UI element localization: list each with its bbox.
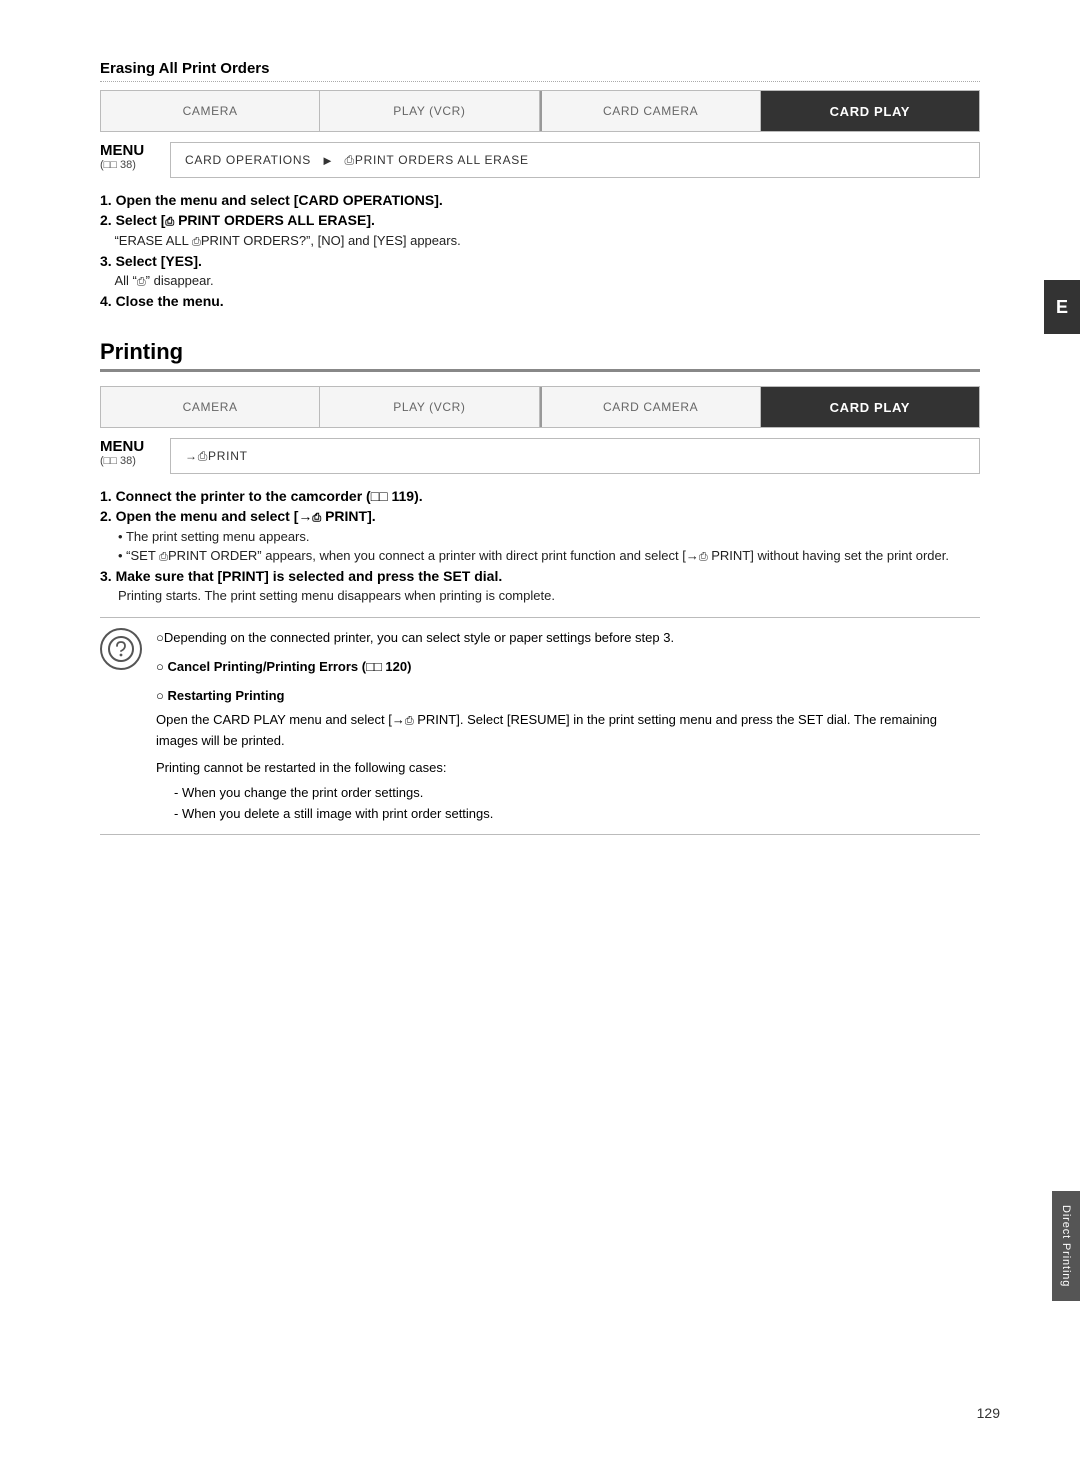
step-2-1: 2. Select [⎙ PRINT ORDERS ALL ERASE]. bbox=[100, 212, 980, 229]
printing-heading: Printing bbox=[100, 339, 980, 372]
cancel-printing-heading: ○ Cancel Printing/Printing Errors (□□ 12… bbox=[156, 657, 980, 678]
tab-card-play-2[interactable]: CARD PLAY bbox=[761, 387, 979, 427]
tab-camera-2[interactable]: CAMERA bbox=[101, 387, 320, 427]
note-text: ○Depending on the connected printer, you… bbox=[156, 628, 980, 649]
menu-ref-2: (□□ 38) bbox=[100, 455, 136, 467]
tab-play-vcr-2[interactable]: PLAY (VCR) bbox=[320, 387, 539, 427]
tab-card-play-1[interactable]: CARD PLAY bbox=[761, 91, 979, 131]
section-printing: Printing CAMERA PLAY (VCR) CARD CAMERA C… bbox=[100, 339, 980, 835]
menu-bar-1: MENU (□□ 38) CARD OPERATIONS ► ⎙PRINT OR… bbox=[100, 142, 980, 178]
menu-content2-1: ⎙PRINT ORDERS ALL ERASE bbox=[345, 153, 529, 168]
step-3-1: 3. Select [YES]. bbox=[100, 253, 980, 269]
divider-dotted bbox=[100, 81, 980, 82]
cannot-restart-text: Printing cannot be restarted in the foll… bbox=[156, 758, 980, 779]
cannot-restart-item-2: When you delete a still image with print… bbox=[174, 804, 980, 825]
tab-bar-1: CAMERA PLAY (VCR) CARD CAMERA CARD PLAY bbox=[100, 90, 980, 132]
cannot-restart-list: When you change the print order settings… bbox=[174, 783, 980, 825]
menu-label-block-1: MENU (□□ 38) bbox=[100, 142, 160, 171]
menu-label-2: MENU bbox=[100, 438, 144, 455]
step-bullet-2: “SET ⎙PRINT ORDER” appears, when you con… bbox=[118, 548, 980, 564]
cannot-restart-item-1: When you change the print order settings… bbox=[174, 783, 980, 804]
sidebar-e-tag: E bbox=[1044, 280, 1080, 334]
tab-play-vcr-1[interactable]: PLAY (VCR) bbox=[320, 91, 539, 131]
sidebar-direct-printing: Direct Printing bbox=[1052, 1191, 1080, 1301]
menu-content-box-2: →⎙PRINT bbox=[170, 438, 980, 474]
note-content: ○Depending on the connected printer, you… bbox=[156, 628, 980, 824]
menu-label-block-2: MENU (□□ 38) bbox=[100, 438, 160, 467]
section-erasing: Erasing All Print Orders CAMERA PLAY (VC… bbox=[100, 60, 980, 309]
restart-text: Open the CARD PLAY menu and select [→⎙ P… bbox=[156, 710, 980, 752]
menu-content-1: CARD OPERATIONS bbox=[185, 153, 311, 167]
section-title-erasing: Erasing All Print Orders bbox=[100, 60, 980, 77]
step-bullet-1: The print setting menu appears. bbox=[118, 529, 980, 544]
tab-bar-2: CAMERA PLAY (VCR) CARD CAMERA CARD PLAY bbox=[100, 386, 980, 428]
step-1-2: 1. Connect the printer to the camcorder … bbox=[100, 488, 980, 504]
note-box: ○Depending on the connected printer, you… bbox=[100, 617, 980, 835]
menu-label-1: MENU bbox=[100, 142, 144, 159]
menu-bar-2: MENU (□□ 38) →⎙PRINT bbox=[100, 438, 980, 474]
note-icon bbox=[100, 628, 142, 670]
page-number: 129 bbox=[977, 1405, 1000, 1421]
step-3-2: 3. Make sure that [PRINT] is selected an… bbox=[100, 568, 980, 584]
step-4-1: 4. Close the menu. bbox=[100, 293, 980, 309]
menu-content-2: →⎙PRINT bbox=[185, 449, 248, 464]
steps-section-2: 1. Connect the printer to the camcorder … bbox=[100, 488, 980, 603]
step-3-sub-1: All “⎙” disappear. bbox=[100, 273, 980, 289]
tab-card-camera-1[interactable]: CARD CAMERA bbox=[542, 91, 761, 131]
menu-arrow-1: ► bbox=[321, 153, 335, 168]
steps-section-1: 1. Open the menu and select [CARD OPERAT… bbox=[100, 192, 980, 309]
step-3-sub-2: Printing starts. The print setting menu … bbox=[118, 588, 980, 603]
tab-camera-1[interactable]: CAMERA bbox=[101, 91, 320, 131]
menu-content-box-1: CARD OPERATIONS ► ⎙PRINT ORDERS ALL ERAS… bbox=[170, 142, 980, 178]
step-2-sub-1: “ERASE ALL ⎙PRINT ORDERS?”, [NO] and [YE… bbox=[100, 233, 980, 249]
tab-card-camera-2[interactable]: CARD CAMERA bbox=[542, 387, 761, 427]
step-1-1: 1. Open the menu and select [CARD OPERAT… bbox=[100, 192, 980, 208]
restarting-printing-heading: ○ Restarting Printing bbox=[156, 686, 980, 707]
menu-ref-1: (□□ 38) bbox=[100, 159, 136, 171]
step-2-2: 2. Open the menu and select [→⎙ PRINT]. bbox=[100, 508, 980, 525]
